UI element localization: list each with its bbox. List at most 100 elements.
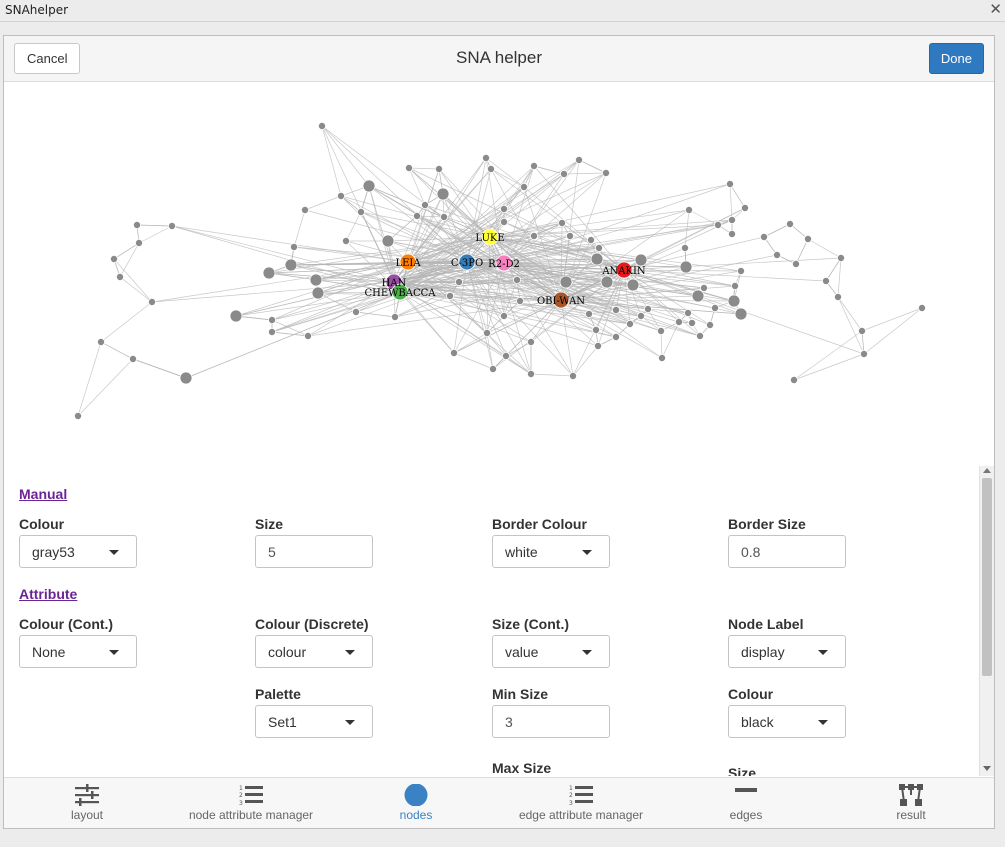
graph-node[interactable] xyxy=(837,253,846,262)
graph-node[interactable] xyxy=(488,364,497,373)
graph-node[interactable] xyxy=(822,276,831,285)
size-cont-select[interactable]: value xyxy=(492,635,610,668)
graph-node[interactable] xyxy=(600,275,614,289)
graph-node[interactable] xyxy=(439,212,448,221)
graph-node[interactable] xyxy=(449,348,458,357)
graph-node[interactable] xyxy=(381,234,395,248)
graph-node[interactable] xyxy=(726,180,735,189)
graph-node[interactable] xyxy=(728,215,737,224)
graph-node[interactable] xyxy=(303,331,312,340)
graph-node[interactable] xyxy=(760,232,769,241)
graph-node[interactable] xyxy=(560,170,569,179)
graph-node[interactable] xyxy=(436,187,450,201)
graph-node[interactable] xyxy=(445,291,454,300)
graph-node[interactable] xyxy=(412,211,421,220)
controls-scrollbar[interactable] xyxy=(979,466,994,776)
graph-node[interactable] xyxy=(481,154,490,163)
tab-node-attribute-manager[interactable]: 1 2 3 node attribute manager xyxy=(175,778,327,828)
graph-node[interactable] xyxy=(566,231,575,240)
graph-node[interactable] xyxy=(634,253,648,267)
graph-node[interactable] xyxy=(734,307,748,321)
graph-node[interactable] xyxy=(530,231,539,240)
scroll-up-icon[interactable] xyxy=(983,468,991,473)
manual-size-input[interactable] xyxy=(255,535,373,568)
graph-node[interactable] xyxy=(728,229,737,238)
graph-node[interactable] xyxy=(711,303,720,312)
colour-cont-select[interactable]: None xyxy=(19,635,137,668)
graph-node[interactable] xyxy=(731,281,740,290)
graph-node[interactable] xyxy=(167,221,176,230)
graph-node[interactable] xyxy=(741,204,750,213)
graph-node[interactable] xyxy=(516,296,525,305)
border-colour-select[interactable]: white xyxy=(492,535,610,568)
graph-node[interactable] xyxy=(434,165,443,174)
graph-node[interactable] xyxy=(675,317,684,326)
graph-node[interactable] xyxy=(129,354,138,363)
border-size-input[interactable] xyxy=(728,535,846,568)
close-icon[interactable]: ✕ xyxy=(989,0,1002,18)
graph-node[interactable] xyxy=(420,201,429,210)
graph-node[interactable] xyxy=(773,250,782,259)
graph-node[interactable] xyxy=(482,328,491,337)
graph-node[interactable] xyxy=(311,286,325,300)
graph-node[interactable] xyxy=(834,292,843,301)
graph-node[interactable] xyxy=(575,156,584,165)
graph-node[interactable] xyxy=(179,371,193,385)
graph-node[interactable] xyxy=(612,332,621,341)
graph-node[interactable] xyxy=(341,236,350,245)
graph-node[interactable] xyxy=(454,277,463,286)
graph-node[interactable] xyxy=(786,219,795,228)
graph-node[interactable] xyxy=(527,337,536,346)
graph-node[interactable] xyxy=(569,371,578,380)
graph-node[interactable] xyxy=(714,220,723,229)
graph-node[interactable] xyxy=(594,341,603,350)
graph-node[interactable] xyxy=(684,308,693,317)
graph-node[interactable] xyxy=(317,122,326,131)
graph-node[interactable] xyxy=(501,351,510,360)
graph-node[interactable] xyxy=(527,369,536,378)
tab-edge-attribute-manager[interactable]: 1 2 3 edge attribute manager xyxy=(506,778,656,828)
graph-node[interactable] xyxy=(626,319,635,328)
scrollbar-thumb[interactable] xyxy=(982,478,992,676)
manual-section-heading[interactable]: Manual xyxy=(19,486,67,502)
graph-node[interactable] xyxy=(134,238,143,247)
graph-node[interactable] xyxy=(792,259,801,268)
graph-node[interactable] xyxy=(74,411,83,420)
graph-node[interactable] xyxy=(685,206,694,215)
graph-node[interactable] xyxy=(404,164,413,173)
graph-node[interactable] xyxy=(657,326,666,335)
graph-node[interactable] xyxy=(679,260,693,274)
graph-node[interactable] xyxy=(512,275,521,284)
node-label-select[interactable]: display xyxy=(728,635,846,668)
graph-node[interactable] xyxy=(267,327,276,336)
scroll-down-icon[interactable] xyxy=(983,766,991,771)
graph-node[interactable] xyxy=(289,242,298,251)
graph-node[interactable] xyxy=(804,234,813,243)
min-size-input[interactable] xyxy=(492,705,610,738)
graph-node[interactable] xyxy=(612,305,621,314)
graph-node[interactable] xyxy=(284,258,298,272)
graph-node[interactable] xyxy=(700,283,709,292)
graph-node[interactable] xyxy=(116,272,125,281)
graph-node[interactable] xyxy=(499,205,508,214)
done-button[interactable]: Done xyxy=(928,43,984,74)
tab-nodes[interactable]: nodes xyxy=(341,778,491,828)
colour-discrete-select[interactable]: colour xyxy=(255,635,373,668)
graph-node[interactable] xyxy=(132,220,141,229)
graph-node[interactable] xyxy=(486,165,495,174)
tab-result[interactable]: result xyxy=(836,778,986,828)
graph-node[interactable] xyxy=(681,243,690,252)
graph-node[interactable] xyxy=(706,320,715,329)
manual-colour-select[interactable]: gray53 xyxy=(19,535,137,568)
graph-node[interactable] xyxy=(626,278,640,292)
label-colour-select[interactable]: black xyxy=(728,705,846,738)
graph-node[interactable] xyxy=(558,218,567,227)
graph-node[interactable] xyxy=(587,235,596,244)
graph-node[interactable] xyxy=(356,208,365,217)
graph-node[interactable] xyxy=(585,309,594,318)
graph-node[interactable] xyxy=(658,353,667,362)
graph-node[interactable] xyxy=(499,311,508,320)
graph-node[interactable] xyxy=(351,307,360,316)
graph-node[interactable] xyxy=(499,217,508,226)
graph-node[interactable] xyxy=(97,337,106,346)
